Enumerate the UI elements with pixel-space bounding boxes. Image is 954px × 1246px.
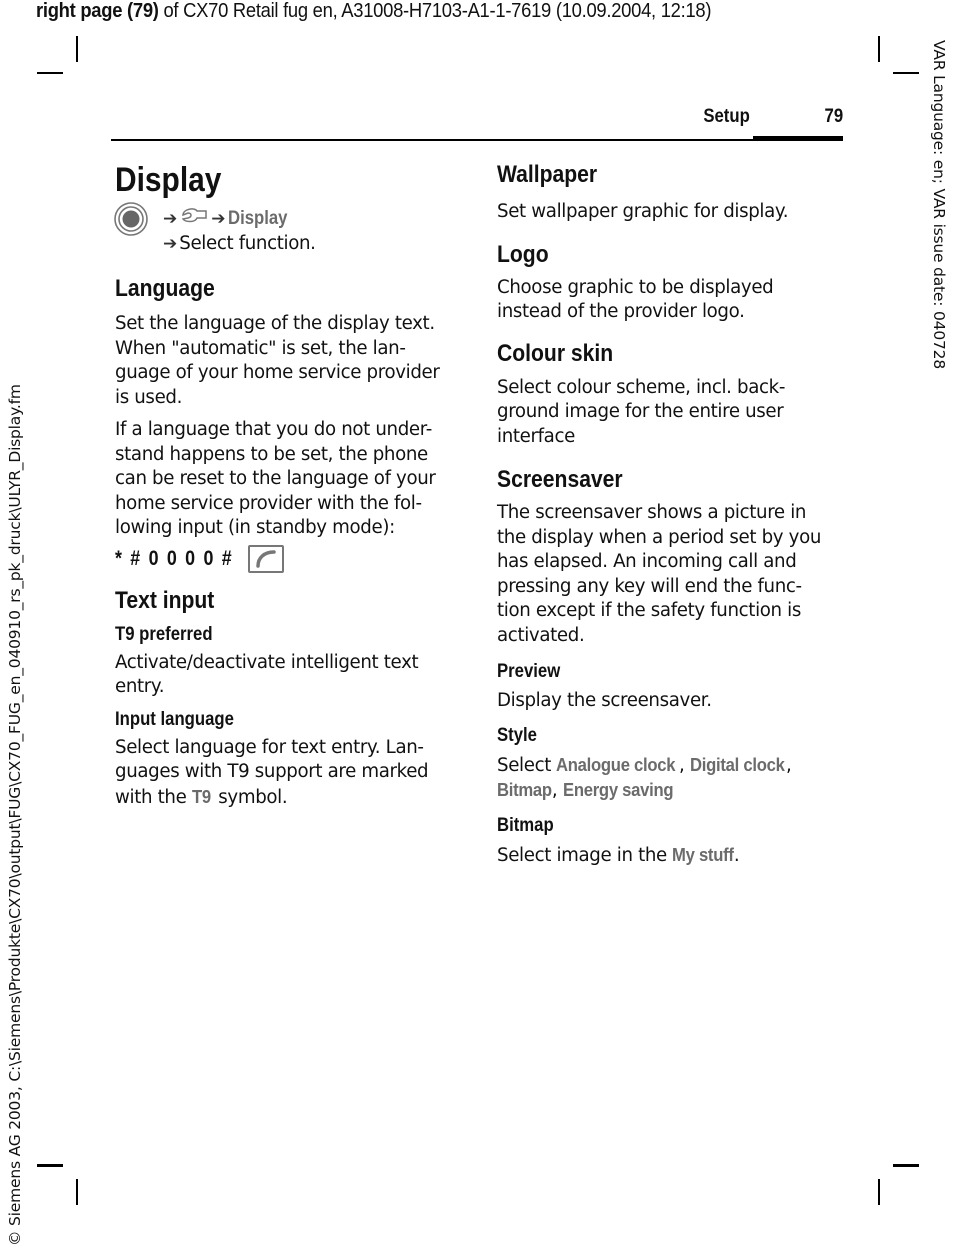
subheading-input-language: Input language: [115, 708, 234, 730]
input-language-text: guages with T9 support are marked: [115, 761, 429, 782]
crop-mark: [76, 1179, 78, 1205]
section-name: Setup: [703, 106, 750, 127]
heading-text-input: Text input: [115, 586, 215, 614]
colour-skin-text: interface: [497, 425, 575, 447]
arrow-icon: ➔: [163, 209, 178, 229]
menu-path-display: Display: [227, 208, 287, 229]
option-energy-saving: Energy saving: [562, 779, 674, 800]
arrow-icon: ➔: [211, 209, 226, 229]
screensaver-text: The screensaver shows a picture in: [497, 502, 807, 523]
running-head: Setup 79: [600, 106, 843, 134]
subheading-style: Style: [497, 724, 537, 746]
menu-navigation-path: ➔ ➔ Display ➔ Select function.: [114, 200, 465, 258]
heading-colour-skin: Colour skin: [497, 339, 614, 367]
my-stuff-menu: My stuff: [672, 843, 734, 865]
input-language-text: with the T9 symbol.: [115, 785, 465, 811]
page-title: Display: [115, 161, 222, 199]
crop-mark: [893, 72, 919, 74]
reset-code-text: * # 0 0 0 0 #: [115, 546, 234, 570]
print-header-rest: of CX70 Retail fug en, A31008-H7103-A1-1…: [158, 0, 712, 22]
text-segment: ,: [678, 754, 690, 776]
crop-mark: [878, 1179, 880, 1205]
style-text: Select Analogue clock, Digital clock,: [497, 753, 842, 779]
text-segment: ,: [551, 780, 563, 801]
text-segment: .: [733, 844, 740, 866]
logo-text: instead of the provider logo.: [497, 301, 745, 322]
t9-symbol: T9: [191, 785, 211, 807]
reset-code: * # 0 0 0 0 #: [115, 544, 465, 574]
print-header-bold: right page (79): [36, 0, 159, 22]
nav-key-icon: [114, 202, 148, 236]
language-reset-text: lowing input (in standby mode):: [115, 517, 395, 538]
screensaver-text: activated.: [497, 624, 585, 646]
logo-text: Choose graphic to be displayed: [497, 276, 774, 298]
wrench-icon: [182, 208, 207, 223]
screensaver-text: has elapsed. An incoming call and: [497, 551, 797, 572]
option-digital-clock: Digital clock: [689, 753, 785, 775]
language-reset-text: If a language that you do not under-: [115, 419, 432, 440]
header-rule: [111, 139, 753, 141]
right-column: Wallpaper Set wallpaper graphic for disp…: [497, 160, 842, 868]
arrow-icon: ➔: [163, 233, 178, 254]
language-text: guage of your home service provider: [115, 362, 440, 383]
call-key-icon: [248, 544, 285, 573]
t9-text: Activate/deactivate intelligent text: [115, 651, 419, 673]
option-analogue-clock: Analogue clock: [556, 753, 676, 775]
language-text: When "automatic" is set, the lan-: [115, 337, 406, 359]
crop-mark: [37, 72, 63, 74]
subheading-t9-preferred: T9 preferred: [115, 623, 213, 645]
bitmap-text: Select image in the My stuff.: [497, 843, 842, 869]
preview-text: Display the screensaver.: [497, 690, 712, 711]
heading-wallpaper: Wallpaper: [497, 161, 598, 188]
screensaver-text: tion except if the safety function is: [497, 600, 801, 621]
crop-mark: [37, 1164, 63, 1167]
t9-text: entry.: [115, 676, 165, 697]
select-function-instruction: Select function.: [179, 233, 316, 254]
screensaver-text: pressing any key will end the func-: [497, 575, 802, 597]
subheading-bitmap: Bitmap: [497, 814, 554, 836]
text-segment: with the: [115, 786, 192, 808]
file-path-sidebar: © Siemens AG 2003, C:\Siemens\Produkte\C…: [6, 384, 24, 1246]
language-reset-text: stand happens to be set, the phone: [115, 443, 428, 465]
crop-mark: [76, 36, 78, 62]
text-segment: Select image in the: [497, 844, 673, 866]
text-segment: symbol.: [212, 786, 288, 808]
page-number: 79: [824, 106, 843, 127]
crop-mark: [878, 36, 880, 62]
screensaver-text: the display when a period set by you: [497, 526, 822, 548]
header-rule-accent: [753, 136, 843, 141]
heading-screensaver: Screensaver: [497, 466, 623, 493]
style-text: Bitmap, Energy saving: [497, 778, 842, 804]
language-text: Set the language of the display text.: [115, 313, 435, 334]
crop-mark: [893, 1164, 919, 1167]
subheading-preview: Preview: [497, 661, 561, 682]
heading-logo: Logo: [497, 240, 549, 268]
language-text: is used.: [115, 386, 183, 408]
option-bitmap: Bitmap: [497, 779, 552, 800]
colour-skin-text: Select colour scheme, incl. back-: [497, 376, 786, 398]
colour-skin-text: ground image for the entire user: [497, 401, 784, 422]
heading-language: Language: [115, 275, 215, 302]
language-reset-text: can be reset to the language of your: [115, 468, 436, 489]
text-segment: ,: [785, 754, 792, 776]
var-info-sidebar: VAR Language: en; VAR issue date: 040728: [930, 40, 948, 369]
left-column: Display ➔ ➔ Display ➔ Select function. L…: [114, 160, 465, 811]
language-reset-text: home service provider with the fol-: [115, 492, 422, 514]
text-segment: Select: [497, 754, 557, 776]
wallpaper-text: Set wallpaper graphic for display.: [497, 201, 789, 222]
print-header: right page (79) of CX70 Retail fug en, A…: [36, 0, 711, 23]
input-language-text: Select language for text entry. Lan-: [115, 736, 424, 758]
